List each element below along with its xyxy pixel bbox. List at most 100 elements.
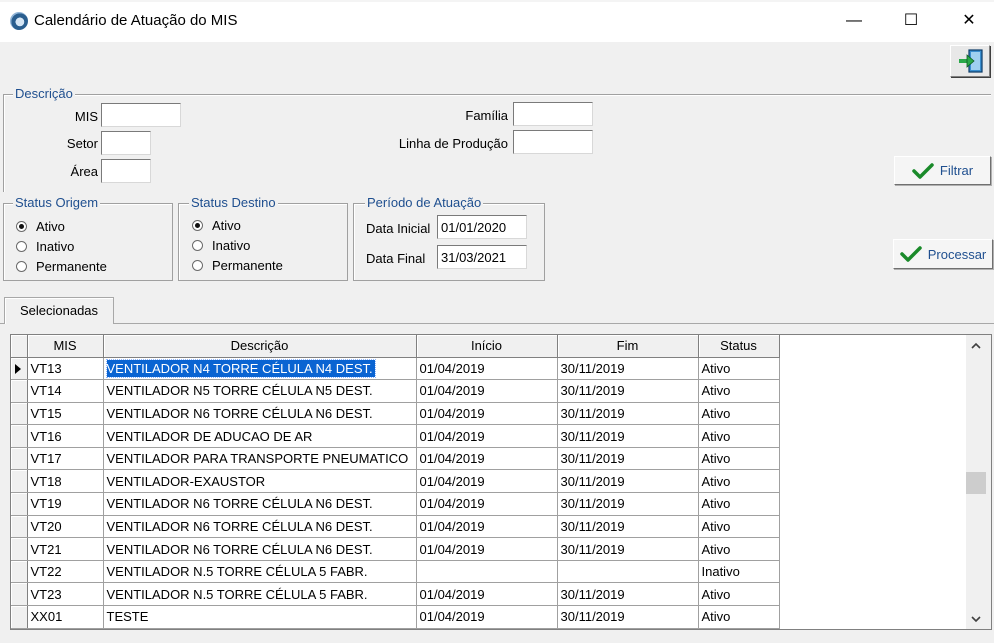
- cell-inicio[interactable]: 01/04/2019: [416, 537, 558, 561]
- row-indicator[interactable]: [11, 560, 28, 584]
- row-indicator[interactable]: [11, 379, 28, 403]
- cell-fim[interactable]: 30/11/2019: [557, 537, 699, 561]
- scroll-down-icon[interactable]: [969, 613, 983, 625]
- table-row[interactable]: VT14 VENTILADOR N5 TORRE CÉLULA N5 DEST. 0…: [11, 379, 780, 403]
- cell-status[interactable]: Ativo: [698, 492, 780, 516]
- table-row[interactable]: VT22 VENTILADOR N.5 TORRE CÉLULA 5 FABR. I…: [11, 560, 780, 584]
- cell-inicio[interactable]: 01/04/2019: [416, 582, 558, 607]
- cell-inicio[interactable]: 01/04/2019: [416, 424, 558, 448]
- table-row[interactable]: VT18 VENTILADOR-EXAUSTOR 01/04/2019 30/11/2…: [11, 469, 780, 494]
- status-origem-ativo-radio[interactable]: [16, 221, 27, 232]
- cell-status[interactable]: Inativo: [698, 560, 780, 584]
- table-row[interactable]: VT19 VENTILADOR N6 TORRE CÉLULA N6 DEST. 0…: [11, 492, 780, 516]
- column-header-mis[interactable]: MIS: [27, 335, 104, 358]
- scroll-up-icon[interactable]: [969, 340, 983, 352]
- cell-inicio[interactable]: [416, 560, 558, 584]
- scrollbar-thumb[interactable]: [966, 472, 986, 494]
- tab-selecionadas[interactable]: Selecionadas: [4, 297, 114, 324]
- cell-status[interactable]: Ativo: [698, 515, 780, 539]
- cell-descricao[interactable]: VENTILADOR N4 TORRE CÉLULA N4 DEST.: [103, 357, 417, 381]
- cell-mis[interactable]: XX01: [27, 605, 104, 629]
- linha-producao-input[interactable]: [513, 130, 593, 154]
- cell-mis[interactable]: VT21: [27, 537, 104, 561]
- cell-mis[interactable]: VT17: [27, 447, 104, 471]
- cell-fim[interactable]: 30/11/2019: [557, 424, 699, 448]
- status-destino-ativo-radio[interactable]: [192, 220, 203, 231]
- cell-fim[interactable]: 30/11/2019: [557, 605, 699, 629]
- data-inicial-input[interactable]: [437, 215, 527, 239]
- table-row[interactable]: VT16 VENTILADOR DE ADUCAO DE AR 01/04/2019…: [11, 424, 780, 448]
- mis-input[interactable]: [101, 103, 181, 127]
- cell-descricao[interactable]: VENTILADOR PARA TRANSPORTE PNEUMATICO: [103, 447, 417, 471]
- cell-descricao[interactable]: VENTILADOR-EXAUSTOR: [103, 469, 417, 494]
- row-indicator[interactable]: [11, 515, 28, 539]
- cell-fim[interactable]: 30/11/2019: [557, 515, 699, 539]
- row-indicator[interactable]: [11, 537, 28, 561]
- row-indicator[interactable]: [11, 582, 28, 607]
- cell-mis[interactable]: VT19: [27, 492, 104, 516]
- table-row[interactable]: VT21 VENTILADOR N6 TORRE CÉLULA N6 DEST. 0…: [11, 537, 780, 561]
- column-header-fim[interactable]: Fim: [557, 335, 699, 358]
- maximize-button[interactable]: ☐: [896, 9, 926, 33]
- cell-inicio[interactable]: 01/04/2019: [416, 605, 558, 629]
- row-indicator[interactable]: [11, 492, 28, 516]
- table-row[interactable]: VT20 VENTILADOR N6 TORRE CÉLULA N6 DEST. 0…: [11, 515, 780, 539]
- cell-descricao[interactable]: VENTILADOR N6 TORRE CÉLULA N6 DEST.: [103, 515, 417, 539]
- data-final-input[interactable]: [437, 245, 527, 269]
- cell-fim[interactable]: 30/11/2019: [557, 582, 699, 607]
- cell-descricao[interactable]: VENTILADOR N6 TORRE CÉLULA N6 DEST.: [103, 492, 417, 516]
- cell-descricao[interactable]: VENTILADOR N6 TORRE CÉLULA N6 DEST.: [103, 537, 417, 561]
- cell-mis[interactable]: VT15: [27, 402, 104, 426]
- cell-mis[interactable]: VT14: [27, 379, 104, 403]
- cell-inicio[interactable]: 01/04/2019: [416, 402, 558, 426]
- cell-descricao[interactable]: VENTILADOR DE ADUCAO DE AR: [103, 424, 417, 448]
- cell-status[interactable]: Ativo: [698, 402, 780, 426]
- cell-fim[interactable]: 30/11/2019: [557, 492, 699, 516]
- cell-status[interactable]: Ativo: [698, 379, 780, 403]
- table-row[interactable]: VT15 VENTILADOR N6 TORRE CÉLULA N6 DEST. 0…: [11, 402, 780, 426]
- cell-fim[interactable]: 30/11/2019: [557, 357, 699, 381]
- cell-inicio[interactable]: 01/04/2019: [416, 357, 558, 381]
- table-row[interactable]: VT13 VENTILADOR N4 TORRE CÉLULA N4 DEST. 0…: [11, 357, 780, 381]
- column-header-status[interactable]: Status: [698, 335, 780, 358]
- cell-descricao[interactable]: VENTILADOR N.5 TORRE CÉLULA 5 FABR.: [103, 560, 417, 584]
- cell-fim[interactable]: [557, 560, 699, 584]
- row-indicator[interactable]: [11, 357, 28, 381]
- cell-status[interactable]: Ativo: [698, 447, 780, 471]
- familia-input[interactable]: [513, 102, 593, 126]
- cell-status[interactable]: Ativo: [698, 357, 780, 381]
- status-origem-permanente-radio[interactable]: [16, 261, 27, 272]
- column-header-inicio[interactable]: Início: [416, 335, 558, 358]
- cell-mis[interactable]: VT18: [27, 469, 104, 494]
- minimize-button[interactable]: —: [839, 9, 869, 33]
- cell-descricao[interactable]: VENTILADOR N.5 TORRE CÉLULA 5 FABR.: [103, 582, 417, 607]
- table-row[interactable]: VT17 VENTILADOR PARA TRANSPORTE PNEUMATIC…: [11, 447, 780, 471]
- status-origem-inativo-radio[interactable]: [16, 241, 27, 252]
- cell-fim[interactable]: 30/11/2019: [557, 447, 699, 471]
- row-indicator[interactable]: [11, 469, 28, 494]
- cell-descricao[interactable]: VENTILADOR N6 TORRE CÉLULA N6 DEST.: [103, 402, 417, 426]
- cell-fim[interactable]: 30/11/2019: [557, 402, 699, 426]
- cell-mis[interactable]: VT20: [27, 515, 104, 539]
- cell-fim[interactable]: 30/11/2019: [557, 469, 699, 494]
- cell-mis[interactable]: VT23: [27, 582, 104, 607]
- status-destino-inativo-radio[interactable]: [192, 240, 203, 251]
- exit-button[interactable]: [950, 45, 990, 77]
- row-indicator[interactable]: [11, 605, 28, 629]
- row-indicator[interactable]: [11, 424, 28, 448]
- cell-fim[interactable]: 30/11/2019: [557, 379, 699, 403]
- cell-inicio[interactable]: 01/04/2019: [416, 515, 558, 539]
- cell-inicio[interactable]: 01/04/2019: [416, 492, 558, 516]
- setor-input[interactable]: [101, 131, 151, 155]
- cell-inicio[interactable]: 01/04/2019: [416, 469, 558, 494]
- cell-descricao[interactable]: VENTILADOR N5 TORRE CÉLULA N5 DEST.: [103, 379, 417, 403]
- table-row[interactable]: VT23 VENTILADOR N.5 TORRE CÉLULA 5 FABR. 0…: [11, 582, 780, 607]
- cell-mis[interactable]: VT22: [27, 560, 104, 584]
- row-indicator[interactable]: [11, 447, 28, 471]
- processar-button[interactable]: Processar: [893, 239, 993, 269]
- filtrar-button[interactable]: Filtrar: [894, 156, 991, 185]
- cell-mis[interactable]: VT13: [27, 357, 104, 381]
- close-button[interactable]: ✕: [954, 9, 984, 33]
- cell-status[interactable]: Ativo: [698, 605, 780, 629]
- table-row[interactable]: XX01 TESTE 01/04/2019 30/11/2019 Ativo: [11, 605, 780, 629]
